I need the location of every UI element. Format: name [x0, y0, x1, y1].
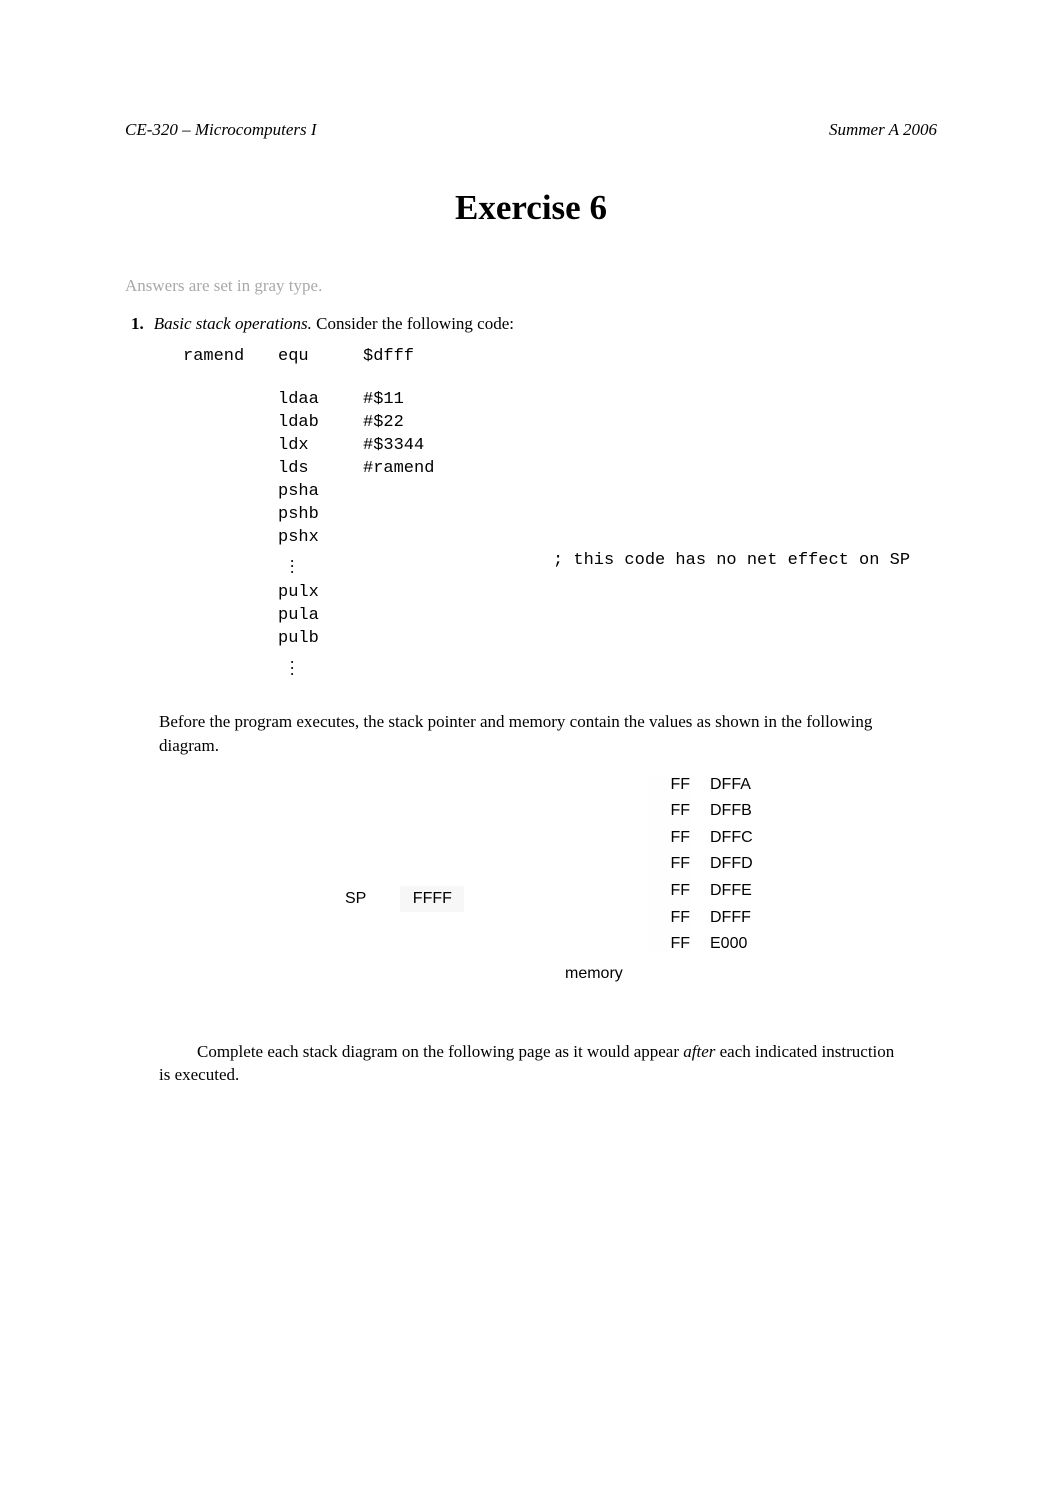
- code-line: psha: [183, 481, 937, 504]
- memory-addrs-col: DFFA DFFB DFFC DFFD DFFE DFFF E000: [710, 776, 753, 954]
- paragraph-after-diagram: Complete each stack diagram on the follo…: [159, 1040, 903, 1088]
- mem-val: FF: [650, 802, 690, 820]
- mem-addr: DFFD: [710, 855, 753, 873]
- para2-a: Complete each stack diagram on the follo…: [197, 1042, 683, 1061]
- mem-val: FF: [650, 829, 690, 847]
- mem-val: FF: [650, 882, 690, 900]
- para2-ital: after: [683, 1042, 715, 1061]
- header-right: Summer A 2006: [829, 120, 937, 140]
- mem-addr: DFFE: [710, 882, 753, 900]
- page-title: Exercise 6: [125, 188, 937, 228]
- question-rest: Consider the following code:: [312, 314, 514, 333]
- document-page: CE-320 – Microcomputers I Summer A 2006 …: [0, 0, 1062, 1506]
- code-line: ldab#$22: [183, 412, 937, 435]
- fade-top: [647, 760, 771, 772]
- header-left: CE-320 – Microcomputers I: [125, 120, 317, 140]
- sp-label: SP: [345, 890, 366, 908]
- sp-block: SP FFFF: [345, 884, 464, 914]
- code-line: pshb: [183, 504, 937, 527]
- mem-val: FF: [650, 935, 690, 953]
- answers-note: Answers are set in gray type.: [125, 276, 937, 296]
- mem-val: FF: [650, 776, 690, 794]
- mem-addr: DFFF: [710, 909, 753, 927]
- code-comment: ; this code has no net effect on SP: [553, 550, 910, 583]
- mem-val: FF: [650, 855, 690, 873]
- code-blank: [183, 369, 937, 389]
- mem-val: FF: [650, 909, 690, 927]
- code-line: pshx: [183, 527, 937, 550]
- code-block: ramendequ$dfff ldaa#$11 ldab#$22 ldx#$33…: [183, 346, 937, 684]
- code-line: pula: [183, 605, 937, 628]
- stack-diagram: SP FFFF FF FF FF FF FF FF FF DFFA DFFB D…: [159, 776, 937, 1012]
- question-number: 1.: [131, 314, 144, 334]
- mem-addr: E000: [710, 935, 753, 953]
- memory-label: memory: [565, 965, 623, 983]
- mem-addr: DFFA: [710, 776, 753, 794]
- vertical-dots-icon: ...: [290, 550, 294, 581]
- fade-bottom: [647, 966, 771, 984]
- question-text: Basic stack operations. Consider the fol…: [154, 314, 514, 334]
- question-1: 1. Basic stack operations. Consider the …: [125, 314, 937, 334]
- code-line: ldaa#$11: [183, 389, 937, 412]
- code-line: pulb: [183, 628, 937, 651]
- code-line: ldx#$3344: [183, 435, 937, 458]
- code-line: pulx: [183, 582, 937, 605]
- mem-addr: DFFB: [710, 802, 753, 820]
- paragraph-before-diagram: Before the program executes, the stack p…: [159, 710, 903, 758]
- page-header: CE-320 – Microcomputers I Summer A 2006: [125, 120, 937, 140]
- mem-addr: DFFC: [710, 829, 753, 847]
- code-vdots-row: ...: [183, 651, 937, 684]
- vertical-dots-icon: ...: [290, 651, 294, 682]
- memory-block: FF FF FF FF FF FF FF DFFA DFFB DFFC DFFD…: [649, 776, 753, 954]
- memory-values-col: FF FF FF FF FF FF FF: [649, 776, 690, 954]
- sp-value: FFFF: [400, 886, 464, 912]
- code-line: lds#ramend: [183, 458, 937, 481]
- code-vdots-row: ... ; this code has no net effect on SP: [183, 550, 937, 583]
- code-line: ramendequ$dfff: [183, 346, 937, 369]
- question-lead: Basic stack operations.: [154, 314, 312, 333]
